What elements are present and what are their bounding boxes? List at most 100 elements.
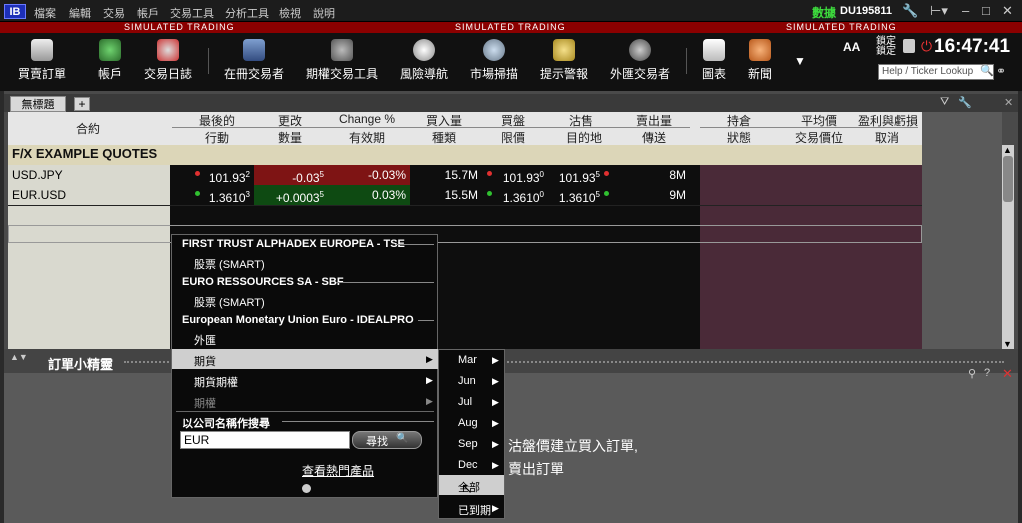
menu-trade[interactable]: 交易 (103, 5, 125, 21)
option-tools-button[interactable]: 期權交易工具 (302, 33, 382, 91)
menu-trading-tools[interactable]: 交易工具 (170, 5, 214, 21)
market-scanner-button[interactable]: 市場掃描 (466, 33, 522, 91)
scroll-up-icon[interactable]: ▲ (1003, 145, 1012, 155)
menu-file[interactable]: 檔案 (34, 5, 56, 21)
col-cancel[interactable]: 取消 (870, 129, 904, 146)
chevron-right-icon: ▶ (492, 439, 499, 449)
result-stock[interactable]: 股票 (SMART) (194, 256, 265, 272)
alerts-label: 提示警報 (539, 67, 588, 81)
filter-icon[interactable]: ⛛ (940, 96, 949, 109)
exit-icon[interactable]: ⏻ (921, 38, 932, 55)
result-options[interactable]: 期權 (194, 395, 216, 411)
wizard-close-icon[interactable]: ✕ (1002, 366, 1013, 382)
col-quantity[interactable]: 數量 (270, 129, 310, 146)
col-avg-price[interactable]: 平均價 (796, 112, 842, 129)
col-limit[interactable]: 限價 (496, 129, 530, 146)
col-transmit[interactable]: 傳送 (632, 129, 676, 146)
col-destination[interactable]: 目的地 (564, 129, 604, 146)
col-ask[interactable]: 沽售 (564, 112, 598, 129)
risk-navigator-button[interactable]: 風險導航 (396, 33, 452, 91)
news-label: 新聞 (747, 67, 772, 81)
scroll-thumb[interactable] (1003, 156, 1013, 202)
scroll-more-icon[interactable] (302, 484, 311, 493)
chevron-right-icon: ▶ (492, 355, 499, 365)
minimize-icon[interactable]: – (962, 3, 969, 18)
link-icon[interactable]: ⚭ (996, 64, 1006, 78)
section-divider (418, 320, 434, 321)
chevron-right-icon: ▶ (426, 354, 433, 364)
result-futures-options[interactable]: 期貨期權 (194, 374, 238, 390)
bid-price[interactable]: 1.36100 (494, 185, 544, 205)
month-dec[interactable]: Dec (458, 459, 478, 471)
col-action[interactable]: 行動 (196, 129, 238, 146)
month-expired[interactable]: 已到期 (458, 502, 491, 518)
col-last[interactable]: 最後的 (196, 112, 238, 129)
entry-row[interactable] (8, 225, 922, 243)
menu-view[interactable]: 檢視 (279, 5, 301, 21)
month-aug[interactable]: Aug (458, 417, 478, 429)
ticker-lookup-input[interactable]: Help / Ticker Lookup (878, 64, 994, 80)
font-size-toggle[interactable]: AA (843, 40, 860, 54)
month-sep[interactable]: Sep (458, 438, 478, 450)
col-change-pct[interactable]: Change % (332, 112, 402, 126)
account-button[interactable]: 帳戶 (90, 33, 130, 91)
col-contract[interactable]: 合約 (76, 120, 100, 137)
col-pnl[interactable]: 盈利與虧損 (856, 112, 920, 129)
result-futures[interactable]: 期貨 (194, 353, 216, 369)
result-forex[interactable]: 外匯 (194, 332, 216, 348)
col-trade-price[interactable]: 交易價位 (792, 129, 846, 146)
ask-price[interactable]: 1.36105 (550, 185, 600, 205)
month-jul[interactable]: Jul (458, 396, 472, 408)
bid-price[interactable]: 101.930 (494, 165, 544, 185)
last-price: 1.36103 (208, 190, 250, 205)
col-type[interactable]: 種類 (422, 129, 466, 146)
wrench-icon[interactable]: 🔧 (902, 3, 918, 19)
col-position[interactable]: 持倉 (722, 112, 756, 129)
dock-icon[interactable]: ⊢▾ (930, 3, 948, 19)
menu-help[interactable]: 說明 (313, 5, 335, 21)
lock-icon[interactable] (903, 39, 915, 53)
ask-price[interactable]: 101.935 (550, 165, 600, 185)
toolbar-more-icon[interactable]: ▼ (794, 54, 806, 68)
charts-button[interactable]: 圖表 (698, 33, 730, 91)
hot-products-link[interactable]: 查看熱門產品 (302, 462, 374, 479)
month-mar[interactable]: Mar (458, 354, 477, 366)
ask-size: 8M (669, 168, 686, 182)
maximize-icon[interactable]: □ (982, 3, 990, 18)
news-button[interactable]: 新聞 (744, 33, 776, 91)
panel-close-icon[interactable]: ✕ (1004, 96, 1013, 109)
result-stock[interactable]: 股票 (SMART) (194, 294, 265, 310)
col-tif[interactable]: 有效期 (342, 129, 392, 146)
order-entry-button[interactable]: 買賣訂單 (14, 33, 70, 91)
col-status[interactable]: 狀態 (722, 129, 756, 146)
compass-icon (413, 39, 435, 61)
add-tab-button[interactable]: + (74, 97, 90, 111)
col-bid[interactable]: 買盤 (496, 112, 530, 129)
wizard-text-1: 沽盤價建立買入訂單, (508, 438, 638, 454)
menu-analytics[interactable]: 分析工具 (225, 5, 269, 21)
help-icon[interactable]: ? (984, 367, 990, 379)
section-divider (336, 282, 434, 283)
fx-trader-button[interactable]: 外匯交易者 (606, 33, 674, 91)
ask-size: 9M (669, 188, 686, 202)
tab-untitled[interactable]: 無標題 (10, 96, 66, 112)
close-icon[interactable]: ✕ (1002, 3, 1013, 19)
search-icon[interactable]: 🔍 (980, 64, 994, 77)
menu-account[interactable]: 帳戶 (137, 5, 159, 21)
settings-wrench-icon[interactable]: 🔧 (958, 96, 972, 109)
scroll-down-icon[interactable]: ▼ (1003, 339, 1012, 349)
menu-edit[interactable]: 編輯 (69, 5, 91, 21)
col-change[interactable]: 更改 (270, 112, 310, 129)
col-bid-size[interactable]: 買入量 (422, 112, 466, 129)
month-jun[interactable]: Jun (458, 375, 476, 387)
chain-icon (331, 39, 353, 61)
data-status: 數據 (812, 6, 837, 20)
registered-traders-button[interactable]: 在冊交易者 (220, 33, 288, 91)
trade-log-button[interactable]: 交易日誌 (140, 33, 196, 91)
alerts-button[interactable]: 提示警報 (536, 33, 592, 91)
pin-icon[interactable]: ⚲ (968, 367, 976, 380)
account-icon (99, 39, 121, 61)
col-ask-size[interactable]: 賣出量 (632, 112, 676, 129)
collapse-icon[interactable]: ▲▼ (10, 352, 28, 362)
change-pct: 0.03% (371, 188, 406, 202)
